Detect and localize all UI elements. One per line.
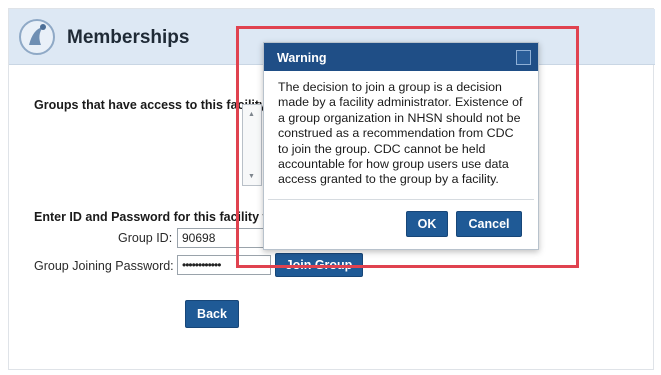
ok-button[interactable]: OK [406,211,448,237]
dialog-message-line: accountable for how group users use data [278,157,509,172]
back-button[interactable]: Back [185,300,239,328]
dialog-divider [268,199,534,200]
dialog-title: Warning [277,51,327,65]
cancel-button[interactable]: Cancel [456,211,522,237]
dialog-message-line: access granted to the group by a facilit… [278,172,499,187]
nhsn-logo-icon [19,19,55,55]
group-id-label: Group ID: [118,231,173,245]
dialog-header: Warning [264,43,538,71]
dialog-message-line: to join the group. CDC cannot be held [278,141,486,156]
dialog-message-line: made by a facility administrator. Existe… [278,95,523,110]
page-title: Memberships [67,27,190,48]
close-icon[interactable] [516,50,531,65]
dialog-message-line: construed as a recommendation from CDC [278,126,514,141]
warning-dialog: Warning The decision to join a group is … [263,42,539,250]
dialog-message: The decision to join a group is a decisi… [278,80,528,188]
password-label: Group Joining Password: [34,259,174,273]
dialog-message-line: The decision to join a group is a decisi… [278,80,502,94]
dialog-message-line: a group organization in NHSN should not … [278,110,521,125]
